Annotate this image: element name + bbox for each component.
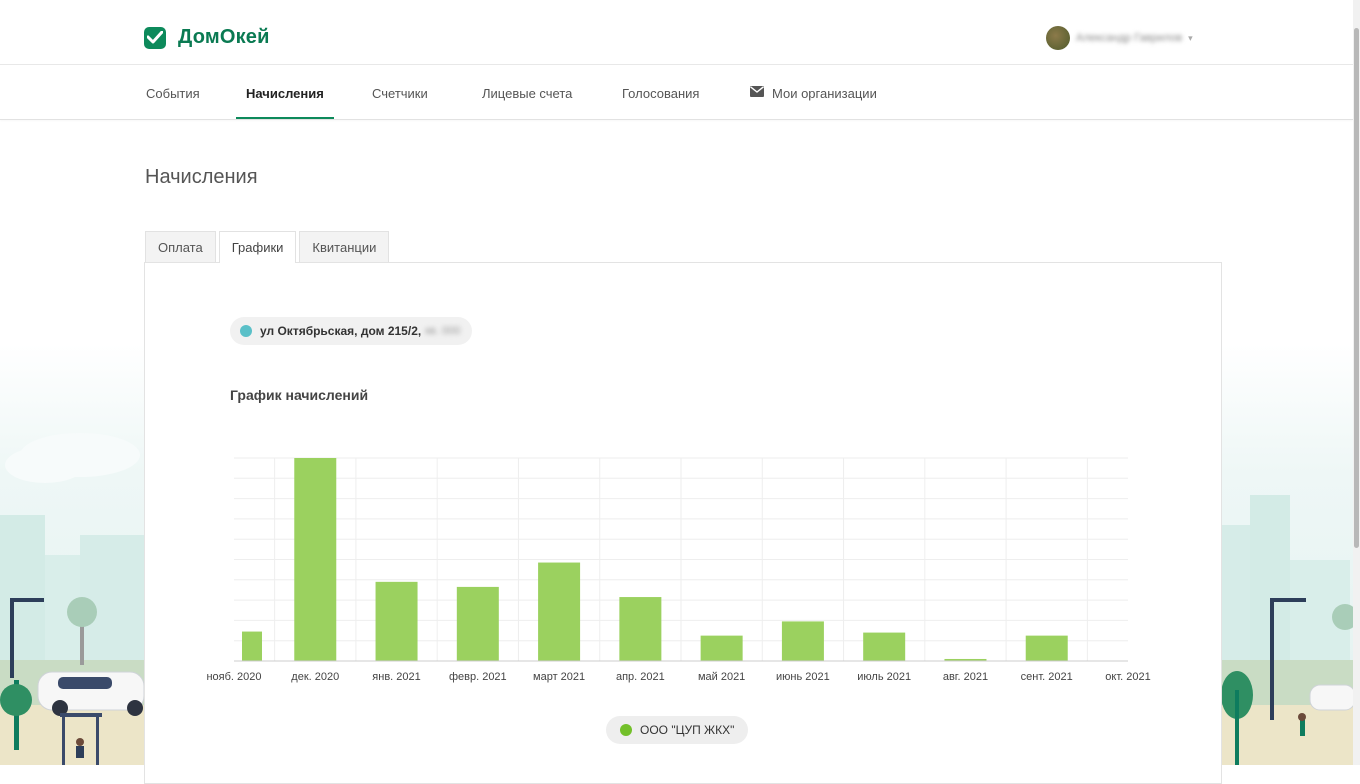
avatar — [1046, 26, 1070, 50]
page-title: Начисления — [145, 166, 258, 188]
brand-name: ДомОкей — [178, 26, 270, 48]
x-tick-label: апр. 2021 — [616, 671, 665, 683]
address-apartment-redacted: кв. 000 — [425, 325, 461, 337]
chart-bar[interactable] — [538, 562, 581, 661]
nav-item-meters[interactable]: Счетчики — [372, 65, 428, 117]
chart-bar[interactable] — [863, 632, 906, 661]
x-tick-label: июнь 2021 — [776, 671, 830, 683]
charges-bar-chart: нояб. 2020 дек. 2020 янв. 2021 февр. 2021 ма… — [206, 457, 1151, 683]
user-menu[interactable]: Александр Гаврилов ▾ — [1046, 26, 1193, 50]
tab-payment[interactable]: Оплата — [145, 231, 216, 262]
x-tick-label: февр. 2021 — [449, 671, 507, 683]
legend-label: ООО "ЦУП ЖКХ" — [640, 723, 735, 737]
check-shield-icon — [144, 26, 166, 49]
x-tick-label: нояб. 2020 — [206, 671, 261, 683]
nav-item-votes[interactable]: Голосования — [622, 65, 699, 117]
nav-item-my-organizations[interactable]: Мои организации — [750, 65, 877, 117]
top-header: ДомОкей Александр Гаврилов ▾ — [0, 0, 1353, 65]
x-tick-label: май 2021 — [698, 671, 745, 683]
mail-icon — [750, 64, 764, 122]
x-tick-label: июль 2021 — [857, 671, 911, 683]
x-tick-label: окт. 2021 — [1105, 671, 1150, 683]
chart-bar[interactable] — [781, 621, 824, 661]
nav-item-events[interactable]: События — [146, 65, 200, 117]
vertical-scrollbar[interactable] — [1353, 0, 1360, 765]
chart-bar[interactable] — [456, 586, 499, 661]
address-label: ул Октябрьская, дом 215/2, — [260, 324, 422, 338]
legend-dot-icon — [620, 724, 632, 736]
legend-item[interactable]: ООО "ЦУП ЖКХ" — [606, 716, 749, 744]
x-tick-label: сент. 2021 — [1021, 671, 1073, 683]
nav-item-charges[interactable]: Начисления — [236, 65, 334, 119]
chart-bar[interactable] — [294, 458, 337, 661]
chart-bar[interactable] — [619, 597, 662, 661]
chevron-down-icon: ▾ — [1188, 32, 1193, 43]
x-tick-label: март 2021 — [533, 671, 585, 683]
x-tick-label: дек. 2020 — [291, 671, 339, 683]
nav-item-accounts[interactable]: Лицевые счета — [482, 65, 572, 117]
x-tick-label: авг. 2021 — [943, 671, 988, 683]
user-name: Александр Гаврилов — [1076, 32, 1183, 44]
chart-bar[interactable] — [700, 635, 743, 661]
nav-item-my-organizations-label: Мои организации — [772, 86, 877, 101]
x-tick-label: янв. 2021 — [372, 671, 420, 683]
main-nav: События Начисления Счетчики Лицевые счет… — [0, 65, 1353, 120]
chart-title: График начислений — [230, 387, 369, 403]
scrollbar-thumb[interactable] — [1354, 28, 1359, 548]
tab-charts[interactable]: Графики — [218, 231, 297, 263]
address-selector[interactable]: ул Октябрьская, дом 215/2, кв. 000 — [230, 317, 473, 345]
app-logo[interactable]: ДомОкей — [144, 26, 270, 49]
chart-bar[interactable] — [375, 581, 418, 661]
address-dot-icon — [240, 325, 252, 337]
charges-tabs: Оплата Графики Квитанции — [145, 231, 392, 263]
chart-bar[interactable] — [242, 631, 262, 661]
tab-receipts[interactable]: Квитанции — [299, 231, 390, 262]
chart-bar[interactable] — [1025, 635, 1068, 661]
